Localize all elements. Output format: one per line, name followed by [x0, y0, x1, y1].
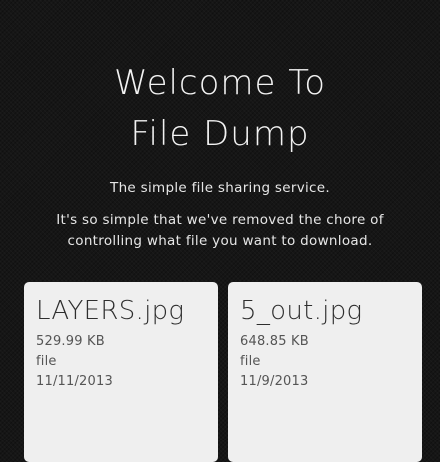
- file-size: 529.99 KB: [36, 334, 105, 349]
- page-title-line-1: Welcome To: [113, 63, 327, 103]
- file-name[interactable]: LAYERS.jpg: [36, 294, 206, 328]
- file-type: file: [240, 354, 261, 369]
- file-size: 648.85 KB: [240, 334, 309, 349]
- description: It's so simple that we've removed the ch…: [56, 212, 384, 249]
- file-type: file: [36, 354, 57, 369]
- file-card[interactable]: LAYERS.jpg 529.99 KB file 11/11/2013: [24, 282, 218, 462]
- page-title-line-2: File Dump: [130, 114, 310, 154]
- file-name[interactable]: 5_out.jpg: [240, 294, 410, 328]
- file-date: 11/11/2013: [36, 374, 113, 389]
- file-card[interactable]: 5_out.jpg 648.85 KB file 11/9/2013: [228, 282, 422, 462]
- file-date: 11/9/2013: [240, 374, 309, 389]
- tagline: The simple file sharing service.: [110, 180, 330, 196]
